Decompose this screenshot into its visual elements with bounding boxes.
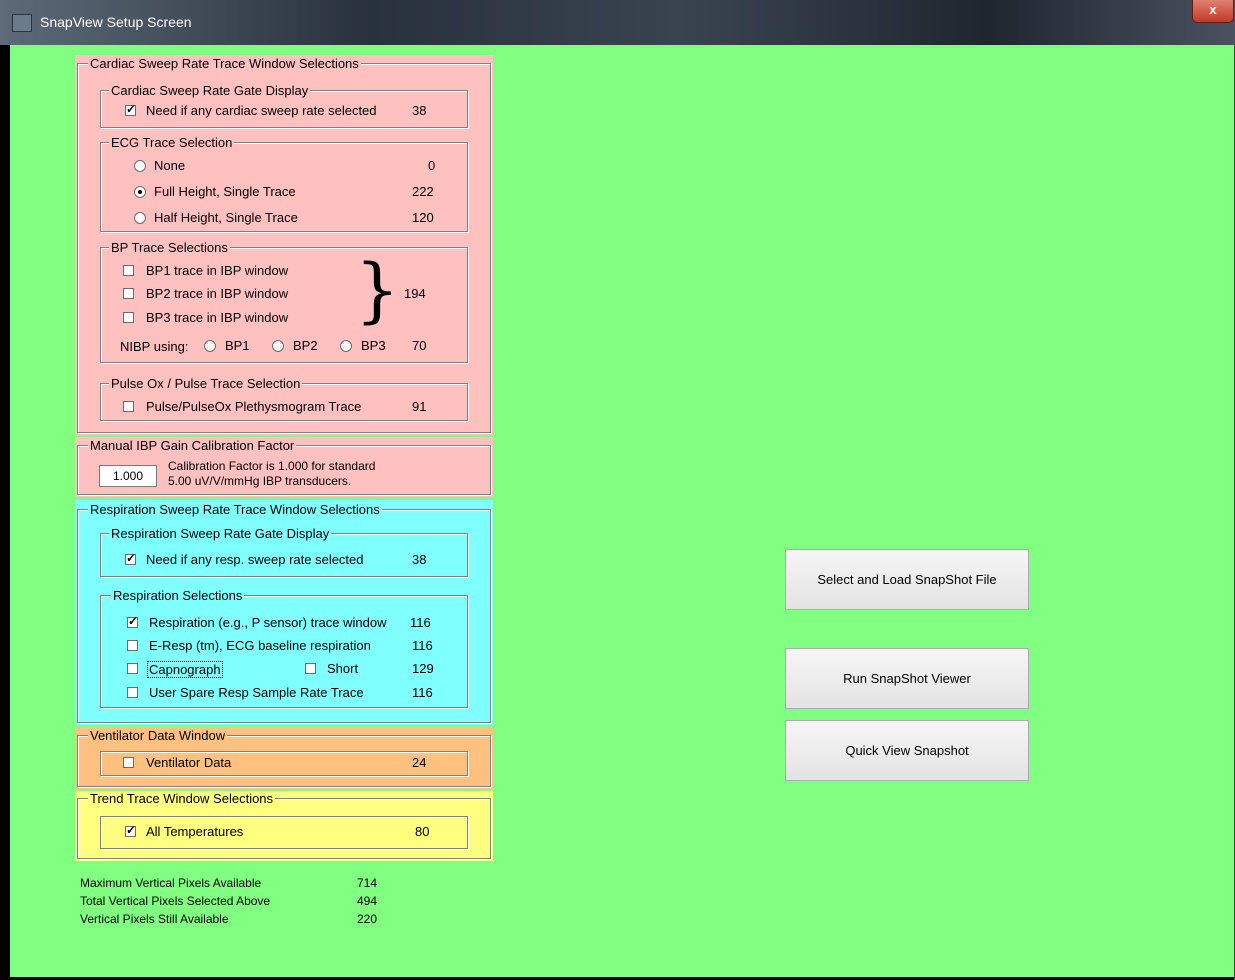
close-icon: x	[1209, 2, 1217, 17]
pulse-group-title: Pulse Ox / Pulse Trace Selection	[109, 376, 303, 391]
respiration-title: Respiration Sweep Rate Trace Window Sele…	[88, 502, 382, 517]
calibration-factor-input[interactable]: 1.000	[99, 465, 157, 487]
ecg-full-height-value: 222	[412, 184, 434, 199]
bp2-label[interactable]: BP2 trace in IBP window	[146, 286, 288, 301]
bp1-checkbox[interactable]	[123, 265, 134, 276]
trend-label[interactable]: All Temperatures	[146, 824, 243, 839]
summary-available-value: 220	[357, 912, 378, 926]
resp-gate-label[interactable]: Need if any resp. sweep rate selected	[146, 552, 364, 567]
short-label[interactable]: Short	[327, 661, 358, 676]
eresp-label[interactable]: E-Resp (tm), ECG baseline respiration	[149, 638, 371, 653]
bp3-checkbox[interactable]	[123, 312, 134, 323]
summary-selected-value: 494	[357, 894, 378, 908]
capnograph-label[interactable]: Capnograph	[147, 661, 223, 678]
bp1-label[interactable]: BP1 trace in IBP window	[146, 263, 288, 278]
bp-brace: }	[355, 249, 400, 331]
cardiac-gate-value: 38	[412, 103, 427, 118]
ventilator-value: 24	[412, 755, 427, 770]
eresp-value: 116	[412, 638, 433, 653]
trend-value: 80	[415, 824, 430, 839]
bp-group-title: BP Trace Selections	[109, 240, 230, 255]
bp-traces-value: 194	[404, 286, 426, 301]
calibration-note-2: 5.00 uV/V/mmHg IBP transducers.	[168, 474, 352, 488]
nibp-bp3-label[interactable]: BP3	[361, 338, 386, 353]
ventilator-title: Ventilator Data Window	[88, 728, 228, 743]
summary-max-value: 714	[357, 876, 378, 890]
cardiac-panel: Cardiac Sweep Rate Trace Window Selectio…	[75, 55, 493, 435]
ecg-half-height-value: 120	[412, 210, 434, 225]
ecg-group-title: ECG Trace Selection	[109, 135, 235, 150]
ecg-full-height-label[interactable]: Full Height, Single Trace	[154, 184, 296, 199]
cardiac-group-title: Cardiac Sweep Rate Trace Window Selectio…	[88, 56, 361, 71]
bp3-label[interactable]: BP3 trace in IBP window	[146, 310, 288, 325]
trend-panel: Trend Trace Window Selections All Temper…	[75, 791, 493, 861]
nibp-label: NIBP using:	[120, 339, 189, 354]
resp-selections-title: Respiration Selections	[111, 588, 245, 603]
calibration-title: Manual IBP Gain Calibration Factor	[88, 438, 297, 453]
nibp-bp2-label[interactable]: BP2	[293, 338, 318, 353]
summary-max-label: Maximum Vertical Pixels Available	[80, 876, 262, 890]
ecg-none-label[interactable]: None	[154, 158, 185, 173]
ecg-full-height-radio[interactable]	[134, 186, 146, 198]
cardiac-gate-title: Cardiac Sweep Rate Gate Display	[109, 83, 311, 98]
window-title: SnapView Setup Screen	[40, 14, 192, 30]
calibration-note-1: Calibration Factor is 1.000 for standard	[168, 459, 376, 473]
close-button[interactable]: x	[1192, 0, 1234, 23]
user-spare-resp-checkbox[interactable]	[127, 687, 138, 698]
calibration-panel: Manual IBP Gain Calibration Factor 1.000…	[75, 437, 493, 497]
respiration-panel: Respiration Sweep Rate Trace Window Sele…	[75, 500, 493, 725]
resp-gate-value: 38	[412, 552, 427, 567]
trend-title: Trend Trace Window Selections	[88, 791, 276, 806]
ecg-none-radio[interactable]	[134, 160, 146, 172]
resp-trace-label[interactable]: Respiration (e.g., P sensor) trace windo…	[149, 615, 386, 630]
ecg-half-height-radio[interactable]	[134, 212, 146, 224]
summary-available-label: Vertical Pixels Still Available	[80, 912, 229, 926]
nibp-bp3-radio[interactable]	[340, 340, 352, 352]
ecg-half-height-label[interactable]: Half Height, Single Trace	[154, 210, 298, 225]
user-spare-resp-value: 116	[412, 685, 433, 700]
nibp-value: 70	[412, 338, 427, 353]
resp-gate-title: Respiration Sweep Rate Gate Display	[109, 526, 332, 541]
resp-trace-checkbox[interactable]	[127, 614, 138, 628]
cardiac-gate-checkbox[interactable]	[125, 102, 136, 116]
ventilator-checkbox[interactable]	[123, 757, 134, 768]
bp2-checkbox[interactable]	[123, 288, 134, 299]
app-icon	[12, 14, 32, 32]
resp-gate-checkbox[interactable]	[125, 551, 136, 565]
select-load-snapshot-button[interactable]: Select and Load SnapShot File	[785, 549, 1029, 610]
ventilator-label[interactable]: Ventilator Data	[146, 755, 231, 770]
nibp-bp1-label[interactable]: BP1	[225, 338, 250, 353]
user-spare-resp-label[interactable]: User Spare Resp Sample Rate Trace	[149, 685, 364, 700]
quick-view-snapshot-button[interactable]: Quick View Snapshot	[785, 720, 1029, 781]
ecg-none-value: 0	[428, 158, 436, 173]
eresp-checkbox[interactable]	[127, 640, 138, 651]
run-snapshot-viewer-button[interactable]: Run SnapShot Viewer	[785, 648, 1029, 709]
capnograph-value: 129	[412, 661, 434, 676]
pulse-checkbox[interactable]	[123, 401, 134, 412]
ventilator-panel: Ventilator Data Window Ventilator Data 2…	[75, 727, 493, 789]
resp-trace-value: 116	[410, 615, 431, 630]
short-checkbox[interactable]	[305, 663, 316, 674]
pulse-label[interactable]: Pulse/PulseOx Plethysmogram Trace	[146, 399, 361, 414]
trend-checkbox[interactable]	[125, 823, 136, 837]
capnograph-checkbox[interactable]	[127, 663, 138, 674]
nibp-bp1-radio[interactable]	[204, 340, 216, 352]
title-bar[interactable]: SnapView Setup Screen	[0, 0, 1235, 45]
cardiac-gate-label[interactable]: Need if any cardiac sweep rate selected	[146, 103, 377, 118]
summary-selected-label: Total Vertical Pixels Selected Above	[80, 894, 271, 908]
nibp-bp2-radio[interactable]	[272, 340, 284, 352]
pulse-value: 91	[412, 399, 427, 414]
